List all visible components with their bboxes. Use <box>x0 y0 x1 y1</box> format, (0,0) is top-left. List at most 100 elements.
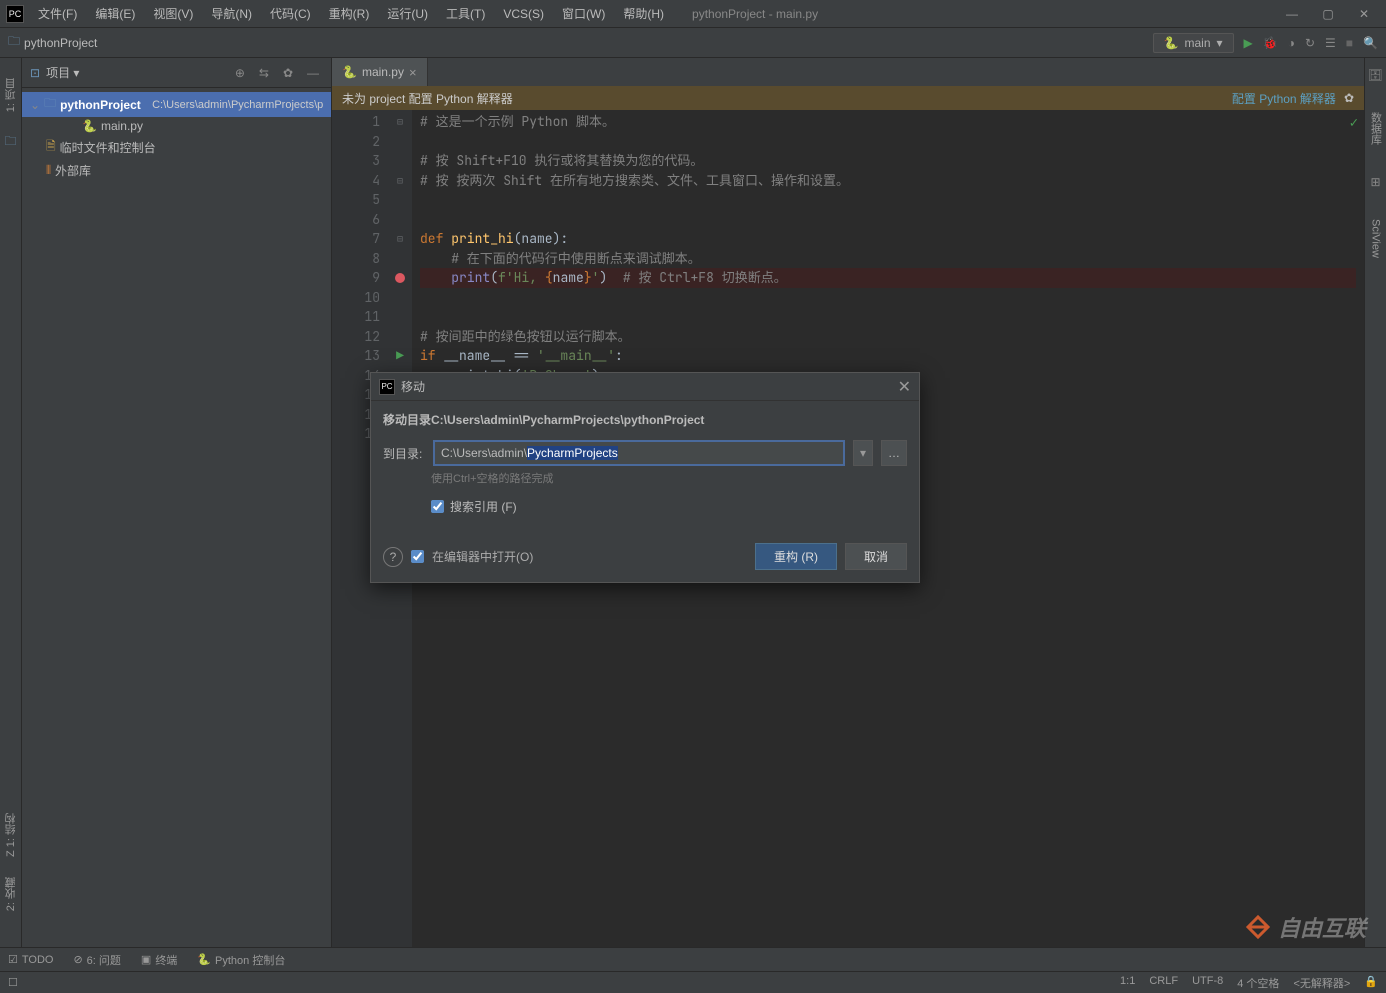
caret-position[interactable]: 1:1 <box>1120 975 1135 991</box>
breakpoint-icon[interactable] <box>395 273 405 283</box>
tab-database-vertical[interactable]: 数据库 <box>1368 112 1384 145</box>
left-tool-tabs: 1: 项目 🗀 Z 1: 结构 2: 收藏 <box>0 58 22 947</box>
python-file-icon: 🐍 <box>342 65 357 79</box>
minimize-icon[interactable]: — <box>1284 7 1300 21</box>
menu-refactor[interactable]: 重构(R) <box>321 1 378 26</box>
open-in-editor-checkbox[interactable] <box>411 550 424 563</box>
history-dropdown-button[interactable]: ▾ <box>853 440 873 466</box>
watermark-text: 自由互联 <box>1278 911 1366 943</box>
completion-hint: 使用Ctrl+空格的路径完成 <box>431 470 907 486</box>
database-icon: 🗄 <box>1368 68 1383 82</box>
hide-icon[interactable]: — <box>303 66 323 80</box>
interpreter-warning-bar: 未为 project 配置 Python 解释器 配置 Python 解释器 ✿ <box>332 86 1364 110</box>
debug-button[interactable]: 🐞 <box>1263 36 1278 50</box>
tab-sciview-vertical[interactable]: SciView <box>1370 219 1382 258</box>
search-references-checkbox[interactable] <box>431 500 444 513</box>
interpreter-status[interactable]: <无解释器> <box>1293 975 1350 991</box>
layout-icon[interactable]: ☰ <box>1325 36 1336 50</box>
close-icon[interactable]: ✕ <box>898 377 911 397</box>
right-tool-tabs: 🗄 数据库 ⊞ SciView <box>1364 58 1386 947</box>
line-ending[interactable]: CRLF <box>1149 975 1178 991</box>
project-root-name: pythonProject <box>60 98 141 112</box>
gear-icon[interactable]: ✿ <box>279 66 297 80</box>
scratches-icon: 🗎 <box>46 137 56 158</box>
to-directory-input[interactable]: C:\Users\admin\PycharmProjects <box>433 440 845 466</box>
menu-vcs[interactable]: VCS(S) <box>495 3 552 25</box>
menu-view[interactable]: 视图(V) <box>145 1 201 26</box>
tab-bookmarks-vertical[interactable]: 2: 收藏 <box>3 877 19 911</box>
run-config-name: main <box>1184 36 1210 50</box>
run-config-selector[interactable]: 🐍 main ▾ <box>1153 33 1234 53</box>
breadcrumb-project[interactable]: pythonProject <box>24 36 97 50</box>
tree-root[interactable]: ⌄ 🗀 pythonProject C:\Users\admin\Pycharm… <box>22 92 331 117</box>
collapse-icon[interactable]: ⇆ <box>255 66 273 80</box>
project-panel-header: ⊡ 项目 ▾ ⊕ ⇆ ✿ — <box>22 58 331 88</box>
profile-icon[interactable]: ↻ <box>1305 36 1315 50</box>
tab-structure-vertical[interactable]: Z 1: 结构 <box>3 813 19 857</box>
run-gutter-icon[interactable]: ▶ <box>396 347 404 364</box>
folder-icon: 🗀 <box>44 94 56 115</box>
dialog-titlebar[interactable]: PC 移动 ✕ <box>371 373 919 401</box>
problems-button[interactable]: ⊘ 6: 问题 <box>73 952 120 968</box>
configure-interpreter-link[interactable]: 配置 Python 解释器 <box>1232 90 1336 107</box>
encoding[interactable]: UTF-8 <box>1192 975 1223 991</box>
menu-nav[interactable]: 导航(N) <box>203 1 260 26</box>
search-icon[interactable]: 🔍 <box>1363 36 1378 50</box>
indent[interactable]: 4 个空格 <box>1237 975 1279 991</box>
menu-file[interactable]: 文件(F) <box>30 1 85 26</box>
target-icon[interactable]: ⊕ <box>231 66 249 80</box>
fold-icon[interactable]: ⊟ <box>397 174 403 187</box>
python-icon: 🐍 <box>197 953 211 966</box>
todo-button[interactable]: ☑ TODO <box>8 953 53 966</box>
menu-run[interactable]: 运行(U) <box>379 1 436 26</box>
watermark: 自由互联 <box>1244 911 1366 943</box>
python-console-button[interactable]: 🐍 Python 控制台 <box>197 952 285 968</box>
search-references-label: 搜索引用 (F) <box>450 498 517 515</box>
menubar: 文件(F) 编辑(E) 视图(V) 导航(N) 代码(C) 重构(R) 运行(U… <box>30 1 672 26</box>
cancel-button[interactable]: 取消 <box>845 543 907 570</box>
maximize-icon[interactable]: ▢ <box>1320 7 1336 21</box>
tab-project-vertical[interactable]: 1: 项目 <box>3 78 19 112</box>
menu-window[interactable]: 窗口(W) <box>554 1 613 26</box>
menu-edit[interactable]: 编辑(E) <box>87 1 143 26</box>
editor-tab-main[interactable]: 🐍 main.py × <box>332 58 428 86</box>
tree-file-main[interactable]: 🐍 main.py <box>22 117 331 135</box>
close-icon[interactable]: × <box>409 65 417 80</box>
chevron-down-icon: ⌄ <box>30 98 40 112</box>
terminal-button[interactable]: ▣ 终端 <box>141 952 177 968</box>
project-tree: ⌄ 🗀 pythonProject C:\Users\admin\Pycharm… <box>22 88 331 185</box>
toolwindow-icon[interactable]: ☐ <box>8 976 18 989</box>
project-view-icon: ⊡ <box>30 66 40 80</box>
gear-icon[interactable]: ✿ <box>1344 91 1354 105</box>
to-directory-label: 到目录: <box>383 445 425 462</box>
library-icon: ⫴ <box>46 163 51 178</box>
warning-text: 未为 project 配置 Python 解释器 <box>342 90 513 107</box>
tree-scratches[interactable]: 🗎 临时文件和控制台 <box>22 135 331 160</box>
statusbar: ☐ 1:1 CRLF UTF-8 4 个空格 <无解释器> 🔒 <box>0 971 1386 993</box>
fold-icon[interactable]: ⊟ <box>397 115 403 128</box>
project-panel-title[interactable]: 项目 ▾ <box>46 64 225 81</box>
terminal-icon: ▣ <box>141 953 151 966</box>
file-name: main.py <box>101 119 143 133</box>
menu-tools[interactable]: 工具(T) <box>438 1 493 26</box>
problems-icon: ⊘ <box>73 953 82 966</box>
python-file-icon: 🐍 <box>82 119 97 133</box>
fold-icon[interactable]: ⊟ <box>397 232 403 245</box>
run-button[interactable]: ▶ <box>1244 36 1253 50</box>
menu-help[interactable]: 帮助(H) <box>615 1 672 26</box>
tree-external-libraries[interactable]: ⫴ 外部库 <box>22 160 331 181</box>
watermark-icon <box>1244 913 1272 941</box>
dialog-subtitle: 移动目录C:\Users\admin\PycharmProjects\pytho… <box>383 411 907 428</box>
refactor-button[interactable]: 重构 (R) <box>755 543 837 570</box>
browse-button[interactable]: … <box>881 440 907 466</box>
close-icon[interactable]: ✕ <box>1356 7 1372 21</box>
help-button[interactable]: ? <box>383 547 403 567</box>
lock-icon[interactable]: 🔒 <box>1364 975 1378 991</box>
coverage-icon[interactable]: ◑ <box>1288 36 1295 50</box>
app-logo: PC <box>6 5 24 23</box>
breadcrumb: 🗀 pythonProject <box>8 32 97 53</box>
stop-button[interactable]: ■ <box>1346 36 1353 50</box>
bottom-toolbar: ☑ TODO ⊘ 6: 问题 ▣ 终端 🐍 Python 控制台 <box>0 947 1386 971</box>
menu-code[interactable]: 代码(C) <box>262 1 319 26</box>
project-panel: ⊡ 项目 ▾ ⊕ ⇆ ✿ — ⌄ 🗀 pythonProject C:\User… <box>22 58 332 947</box>
